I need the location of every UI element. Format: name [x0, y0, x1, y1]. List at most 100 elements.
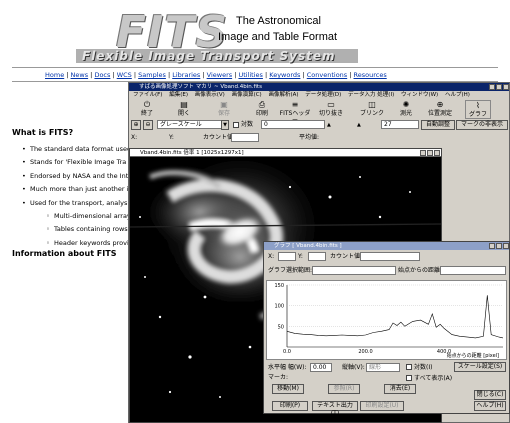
blink-button[interactable]: ◫ ブリンク	[357, 100, 387, 119]
print-settings-button[interactable]: 印刷設定(U)	[360, 401, 404, 411]
log-checkbox[interactable]	[233, 122, 239, 128]
auto-adjust-button[interactable]: 自動調整	[421, 120, 455, 130]
marker-label: マーカ:	[268, 374, 289, 381]
graph-print-button[interactable]: 印刷(P)	[272, 401, 308, 411]
graph-window-title: グラフ [ Vband.4bin.fits ]	[264, 242, 509, 250]
menu-view[interactable]: 画像表示(V)	[195, 92, 225, 98]
close-icon[interactable]	[503, 243, 509, 249]
nav-link-docs[interactable]: Docs	[94, 71, 110, 79]
image-window-title: Vband.4bin.fits 倍率 1 [1025x1297x1]	[130, 149, 441, 157]
slider-thumb-icon[interactable]: ▲	[357, 121, 361, 130]
graph-window: グラフ [ Vband.4bin.fits ] X: Y: カウント値: グラフ…	[263, 241, 510, 417]
disk-icon: ▣	[220, 100, 228, 109]
minimize-icon[interactable]	[489, 84, 495, 90]
graph-button[interactable]: ⌇ グラフ	[465, 100, 491, 119]
graph-count-label: カウント値:	[330, 253, 363, 260]
nav-link-resources[interactable]: Resources	[354, 71, 387, 79]
maximize-icon[interactable]	[496, 243, 502, 249]
divider	[12, 67, 498, 68]
show-all-checkbox[interactable]	[406, 375, 412, 381]
position-button[interactable]: ⊕ 位置測定	[423, 100, 457, 119]
menu-bar: ファイル(F) 編集(E) 画像表示(V) 画像演算(C) 画像解析(A) デー…	[129, 91, 509, 99]
photometry-button[interactable]: ✺ 測光	[393, 100, 419, 119]
minimize-icon[interactable]	[489, 243, 495, 249]
nav-link-viewers[interactable]: Viewers	[207, 71, 232, 79]
y-tick-label: 50	[278, 324, 284, 330]
slider-thumb-icon[interactable]: ▲	[327, 121, 331, 130]
menu-edit[interactable]: 編集(E)	[169, 92, 188, 98]
nav-link-home[interactable]: Home	[45, 71, 64, 79]
width-field[interactable]: 0.00	[310, 363, 332, 372]
save-button[interactable]: ▣ 保存	[211, 100, 237, 119]
close-icon[interactable]	[503, 84, 509, 90]
open-button[interactable]: ▤ 開く	[171, 100, 197, 119]
hide-marks-button[interactable]: マークの非表示	[456, 120, 508, 130]
menu-data[interactable]: データ処理(D)	[305, 92, 341, 98]
width-label: 水平幅 幅(W):	[268, 364, 307, 371]
start-distance-field	[440, 266, 506, 275]
maximize-icon[interactable]	[427, 150, 433, 156]
min-value-field[interactable]: 0	[261, 120, 325, 129]
nav-link-conventions[interactable]: Conventions	[307, 71, 347, 79]
zoom-in-icon[interactable]: ⊕	[131, 120, 141, 130]
close-icon[interactable]	[434, 150, 440, 156]
start-distance-label: 始点からの距離:	[398, 267, 443, 274]
x-label: X:	[131, 134, 138, 141]
nav-link-news[interactable]: News	[71, 71, 89, 79]
sub-bullet-item: ◦ Tables containing rows a	[46, 225, 130, 234]
chevron-down-icon[interactable]: ▼	[221, 120, 229, 130]
slice-range-label: グラフ選択範囲:	[268, 267, 313, 274]
display-settings-row: ⊕ ⊖ グレースケール ▼ 対数 0 ▲ ▲ 27 自動調整 マークの非表示	[129, 120, 509, 131]
series-line	[286, 295, 504, 339]
graph-log-label: 対数(I)	[414, 364, 433, 371]
print-button[interactable]: ⎙ 印刷	[249, 100, 275, 119]
zoom-out-icon[interactable]: ⊖	[143, 120, 153, 130]
exit-button[interactable]: ⏻ 終了	[135, 100, 159, 119]
header-icon: ≡	[291, 100, 299, 109]
fits-header-button[interactable]: ≡FITSヘッダー	[277, 100, 313, 124]
maximize-icon[interactable]	[496, 84, 502, 90]
max-value-field[interactable]: 27	[381, 120, 419, 129]
move-button[interactable]: 移動(M)	[272, 384, 304, 394]
bullet-item: • Much more than just another in	[22, 185, 130, 194]
nav-link-keywords[interactable]: Keywords	[269, 71, 300, 79]
photometry-icon: ✺	[402, 100, 410, 109]
bullet-item: • The standard data format used	[22, 145, 130, 153]
menu-help[interactable]: ヘルプ(H)	[445, 92, 470, 98]
bullet-list: • The standard data format used • Stands…	[22, 143, 130, 250]
minimize-icon[interactable]	[420, 150, 426, 156]
blink-icon: ◫	[368, 100, 376, 109]
crop-button[interactable]: ▭ 切り抜き	[315, 100, 347, 119]
y-tick-label: 100	[274, 304, 284, 310]
menu-analysis[interactable]: 画像解析(A)	[268, 92, 298, 98]
graph-y-field	[308, 252, 326, 261]
menu-window[interactable]: ウィンドウ(W)	[401, 92, 438, 98]
reference-button[interactable]: 参照(R)	[328, 384, 360, 394]
graph-help-button[interactable]: ヘルプ(H)	[474, 401, 506, 411]
graph-log-checkbox[interactable]	[406, 364, 412, 370]
graph-plot-area[interactable]: 150 100 50 0.0 200.0 400.0 始点からの距離 [pixel]	[266, 280, 507, 360]
nav-link-samples[interactable]: Samples	[138, 71, 166, 79]
scale-settings-button[interactable]: スケール設定(S)	[454, 362, 506, 372]
power-icon: ⏻	[143, 100, 151, 109]
text-output-button[interactable]: テキスト出力(T)	[312, 401, 358, 417]
nav-link-libraries[interactable]: Libraries	[172, 71, 200, 79]
bullet-item: • Endorsed by NASA and the Int	[22, 171, 129, 180]
graph-y-label: Y:	[298, 253, 303, 260]
nav-links: Home | News | Docs | WCS | Samples | Lib…	[45, 71, 387, 79]
x-tick-label: 0.0	[283, 349, 291, 355]
slice-range-field	[312, 266, 396, 275]
folder-icon: ▤	[180, 100, 188, 109]
nav-link-utilities[interactable]: Utilities	[238, 71, 262, 79]
heading-what-is-fits: What is FITS?	[12, 128, 74, 137]
close-button[interactable]: 閉じる(C)	[474, 390, 506, 400]
mean-label: 平均値:	[299, 134, 320, 141]
vertical-select[interactable]: 線形	[366, 363, 400, 372]
graph-count-field	[360, 252, 420, 261]
menu-input[interactable]: データ入力 処理(I)	[348, 92, 394, 98]
menu-file[interactable]: ファイル(F)	[133, 92, 162, 98]
nav-link-wcs[interactable]: WCS	[117, 71, 132, 79]
erase-button[interactable]: 消去(E)	[384, 384, 416, 394]
colormap-select[interactable]: グレースケール	[157, 120, 229, 129]
menu-calc[interactable]: 画像演算(C)	[232, 92, 262, 98]
